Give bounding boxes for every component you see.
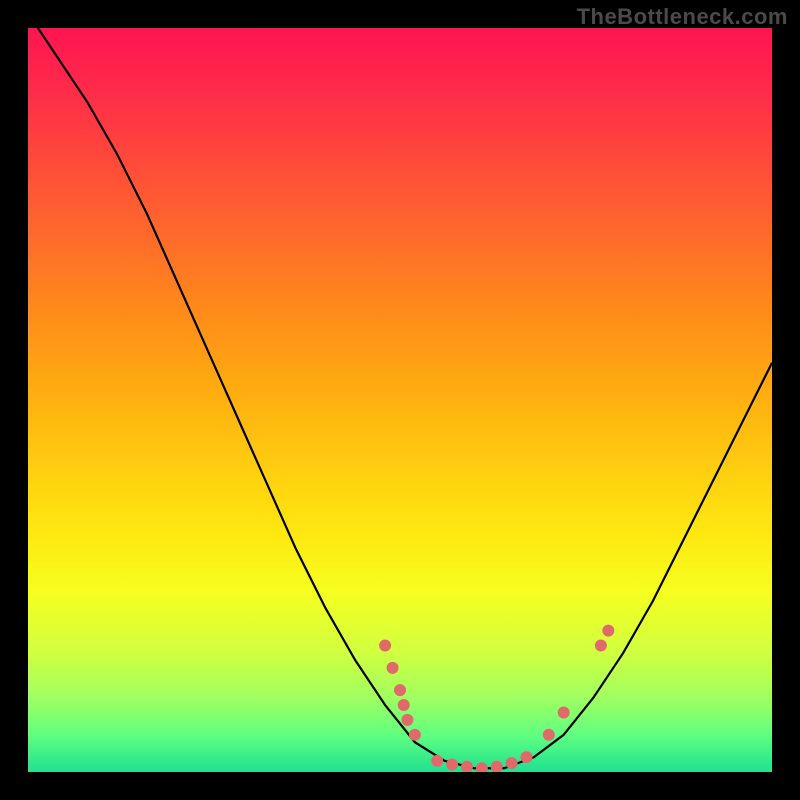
watermark-text: TheBottleneck.com (577, 4, 788, 30)
chart-gradient-background (28, 28, 772, 772)
